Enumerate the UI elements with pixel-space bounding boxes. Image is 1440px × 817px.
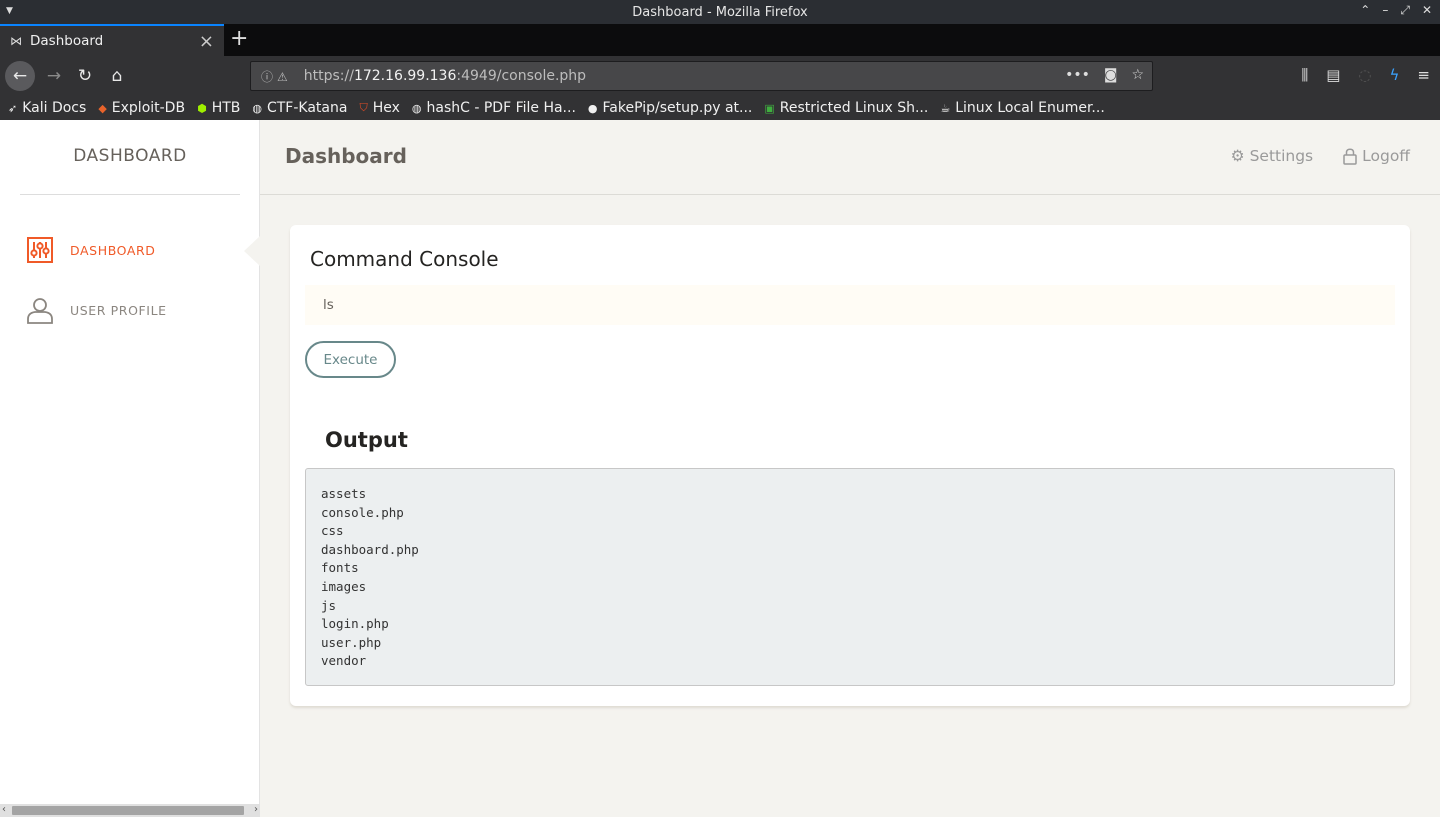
output-line: vendor xyxy=(321,653,367,669)
window-collapse-icon[interactable]: ⌃ xyxy=(1360,3,1370,18)
extension-icon[interactable]: ◌ xyxy=(1358,66,1371,84)
tab-bar: ⋈ Dashboard × + xyxy=(0,24,1440,56)
window-close-icon[interactable]: ✕ xyxy=(1422,3,1432,18)
terminal-icon: ▣ xyxy=(764,101,775,115)
window-menu-icon[interactable]: ▼ xyxy=(6,6,13,16)
bookmarks-toolbar: ➶ Kali Docs ◆ Exploit-DB ⬢ HTB ◍ CTF-Katana … xyxy=(0,96,1440,120)
htb-icon: ⬢ xyxy=(197,101,207,115)
sidebar-item-label: USER PROFILE xyxy=(70,302,167,318)
globe-icon: ◍ xyxy=(252,101,262,115)
bookmark-item[interactable]: ● FakePip/setup.py at... xyxy=(588,100,752,116)
bookmark-item[interactable]: ▣ Restricted Linux Sh... xyxy=(764,100,928,116)
output-line: login.php xyxy=(321,616,389,632)
html5-icon: ⛉ xyxy=(359,101,368,114)
lock-icon xyxy=(1343,147,1357,165)
output-line: dashboard.php xyxy=(321,541,419,557)
sidebar-logo[interactable]: DASHBOARD xyxy=(20,146,240,166)
bookmark-item[interactable]: ◆ Exploit-DB xyxy=(98,100,185,116)
sidebar-item-dashboard[interactable]: DASHBOARD xyxy=(26,235,246,265)
top-navbar: Dashboard ⚙ Settings Logoff xyxy=(260,120,1440,195)
window-maximize-icon[interactable]: ⤢ xyxy=(1400,3,1410,18)
output-line: fonts xyxy=(321,560,359,576)
tab-dashboard[interactable]: ⋈ Dashboard × xyxy=(0,24,224,56)
url-host: 172.16.99.136 xyxy=(353,68,457,84)
tab-close-icon[interactable]: × xyxy=(199,31,214,52)
exploitdb-icon: ◆ xyxy=(98,101,107,115)
library-icon[interactable]: ⫼ xyxy=(1301,66,1308,84)
url-scheme: https:// xyxy=(303,68,354,84)
sidebar-item-user-profile[interactable]: USER PROFILE xyxy=(26,295,246,325)
window-minimize-icon[interactable]: – xyxy=(1382,3,1388,18)
gear-icon: ⚙ xyxy=(1230,147,1245,165)
execute-button[interactable]: Execute xyxy=(305,341,396,378)
output-line: user.php xyxy=(321,634,382,650)
sidebar: DASHBOARD DASHBOARD USER PROFILE ‹ › xyxy=(0,120,260,817)
page-title[interactable]: Dashboard xyxy=(285,144,407,168)
sliders-icon xyxy=(27,237,53,263)
active-item-pointer xyxy=(244,236,260,266)
scroll-right-icon[interactable]: › xyxy=(254,804,258,815)
window-controls: ⌃ – ⤢ ✕ xyxy=(1360,3,1432,18)
bookmark-star-icon[interactable]: ☆ xyxy=(1131,67,1144,83)
card-title: Command Console xyxy=(310,247,499,271)
bookmark-item[interactable]: ◍ hashC - PDF File Ha... xyxy=(412,100,576,116)
output-line: assets xyxy=(321,486,367,501)
url-path: :4949/console.php xyxy=(456,68,587,84)
user-icon xyxy=(27,298,53,324)
output-line: console.php xyxy=(321,504,404,520)
bookmark-item[interactable]: ⬢ HTB xyxy=(197,100,240,116)
page-actions-icon[interactable]: ••• xyxy=(1065,67,1090,83)
bookmark-item[interactable]: ⛉ Hex xyxy=(359,100,399,116)
lightning-extension-icon[interactable]: ϟ xyxy=(1390,66,1400,84)
logoff-link[interactable]: Logoff xyxy=(1343,147,1410,165)
command-input[interactable] xyxy=(305,285,1395,325)
bookmark-item[interactable]: ☕ Linux Local Enumer... xyxy=(940,100,1104,116)
command-console-card: Command Console Execute Output assets co… xyxy=(290,225,1410,706)
reload-icon[interactable]: ↻ xyxy=(71,62,99,90)
home-icon[interactable]: ⌂ xyxy=(103,62,131,90)
sidebar-toggle-icon[interactable]: ▤ xyxy=(1326,66,1340,84)
github-icon: ● xyxy=(587,101,598,115)
back-arrow-icon[interactable]: ← xyxy=(5,61,35,91)
window-title: Dashboard - Mozilla Firefox xyxy=(632,4,808,20)
toolbar-right: ⫼ ▤ ◌ ϟ ≡ xyxy=(1301,66,1430,84)
nav-toolbar: ← → ↻ ⌂ ⓘ⚠ https://172.16.99.136:4949/co… xyxy=(0,56,1440,96)
output-line: css xyxy=(321,523,344,539)
output-line: js xyxy=(321,597,337,613)
url-bar[interactable]: ⓘ⚠ https://172.16.99.136:4949/console.ph… xyxy=(250,61,1153,91)
output-line: images xyxy=(321,578,367,594)
forward-arrow-icon[interactable]: → xyxy=(40,62,68,90)
globe-icon: ◍ xyxy=(411,101,422,115)
sidebar-horizontal-scrollbar[interactable]: ‹ › xyxy=(0,804,260,817)
bookmark-item[interactable]: ➶ Kali Docs xyxy=(8,100,86,116)
tab-label: Dashboard xyxy=(30,33,104,49)
hamburger-menu-icon[interactable]: ≡ xyxy=(1417,66,1430,84)
site-info-icon[interactable]: ⓘ⚠ xyxy=(261,68,292,85)
window-titlebar: ▼ Dashboard - Mozilla Firefox ⌃ – ⤢ ✕ xyxy=(0,0,1440,24)
tab-favicon-icon: ⋈ xyxy=(10,34,22,48)
sidebar-item-label: DASHBOARD xyxy=(70,242,156,258)
kali-icon: ➶ xyxy=(8,101,18,115)
scrollbar-thumb[interactable] xyxy=(12,806,244,815)
new-tab-icon[interactable]: + xyxy=(230,26,248,51)
sidebar-divider xyxy=(20,194,240,195)
pocket-icon[interactable]: ◙ xyxy=(1104,67,1118,83)
output-heading: Output xyxy=(325,428,408,452)
coffee-icon: ☕ xyxy=(940,101,951,115)
settings-link[interactable]: ⚙ Settings xyxy=(1231,147,1313,165)
output-panel: assets console.php css dashboard.php fon… xyxy=(305,468,1395,686)
bookmark-item[interactable]: ◍ CTF-Katana xyxy=(252,100,347,116)
scroll-left-icon[interactable]: ‹ xyxy=(2,804,6,815)
